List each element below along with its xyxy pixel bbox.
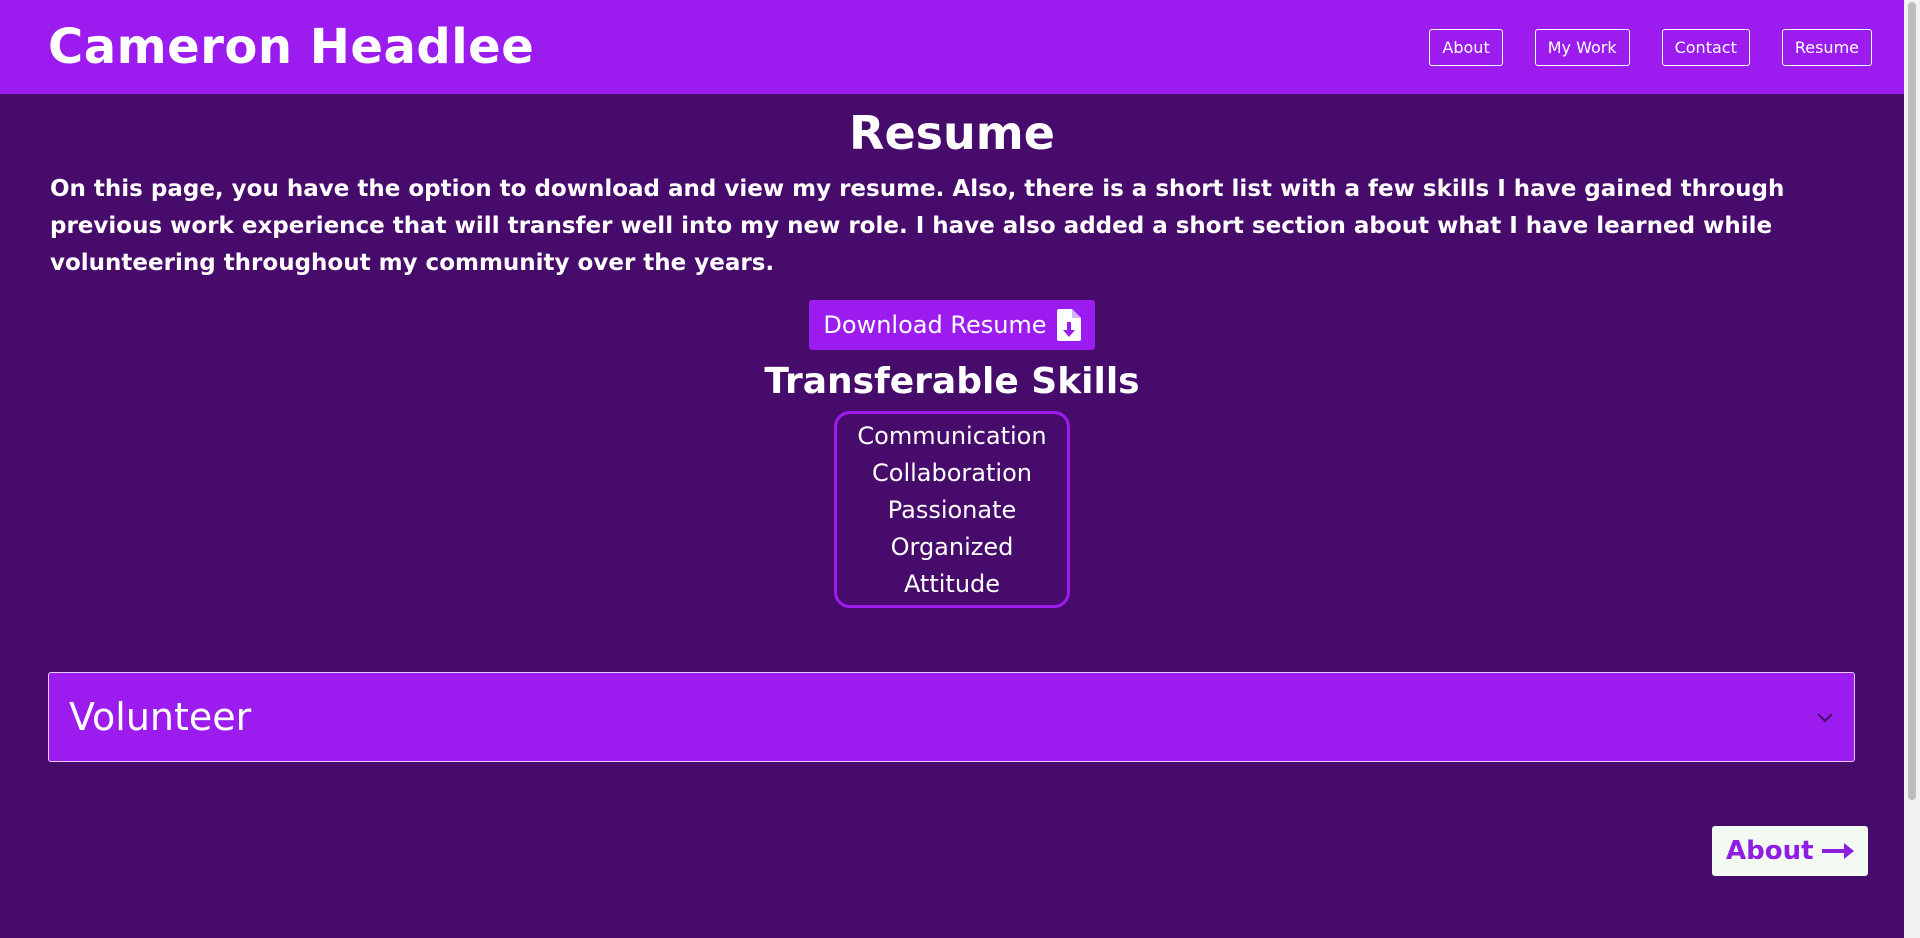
vertical-scrollbar[interactable]	[1904, 0, 1920, 938]
skills-wrapper: Communication Collaboration Passionate O…	[0, 410, 1904, 608]
main-content: Resume On this page, you have the option…	[0, 94, 1904, 762]
scrollbar-thumb[interactable]	[1908, 2, 1916, 800]
site-brand[interactable]: Cameron Headlee	[48, 19, 534, 75]
intro-paragraph: On this page, you have the option to dow…	[50, 175, 1785, 276]
next-about-label: About	[1726, 836, 1814, 866]
download-wrapper: Download Resume	[0, 299, 1904, 350]
page: Cameron Headlee About My Work Contact Re…	[0, 0, 1920, 938]
site-header: Cameron Headlee About My Work Contact Re…	[0, 0, 1904, 94]
download-resume-label: Download Resume	[823, 310, 1047, 339]
skill-item: Communication	[857, 421, 1047, 450]
volunteer-accordion-label: Volunteer	[69, 694, 252, 739]
skill-item: Passionate	[887, 495, 1017, 524]
download-resume-button[interactable]: Download Resume	[809, 299, 1095, 350]
arrow-right-icon	[1821, 843, 1854, 859]
file-download-icon	[1056, 308, 1081, 341]
nav-about-button[interactable]: About	[1429, 28, 1503, 66]
skill-item: Organized	[890, 532, 1014, 561]
skill-item: Collaboration	[872, 458, 1032, 487]
chevron-down-icon	[1817, 713, 1833, 723]
skill-item: Attitude	[903, 569, 1001, 598]
main-nav: About My Work Contact Resume	[1429, 28, 1872, 66]
nav-resume-button[interactable]: Resume	[1781, 28, 1872, 66]
nav-my-work-button[interactable]: My Work	[1534, 28, 1630, 66]
skills-title: Transferable Skills	[764, 360, 1140, 402]
skills-list: Communication Collaboration Passionate O…	[834, 410, 1070, 608]
nav-contact-button[interactable]: Contact	[1661, 28, 1750, 66]
volunteer-accordion[interactable]: Volunteer	[48, 671, 1855, 762]
page-title: Resume	[849, 106, 1055, 160]
next-about-button[interactable]: About	[1712, 826, 1868, 876]
